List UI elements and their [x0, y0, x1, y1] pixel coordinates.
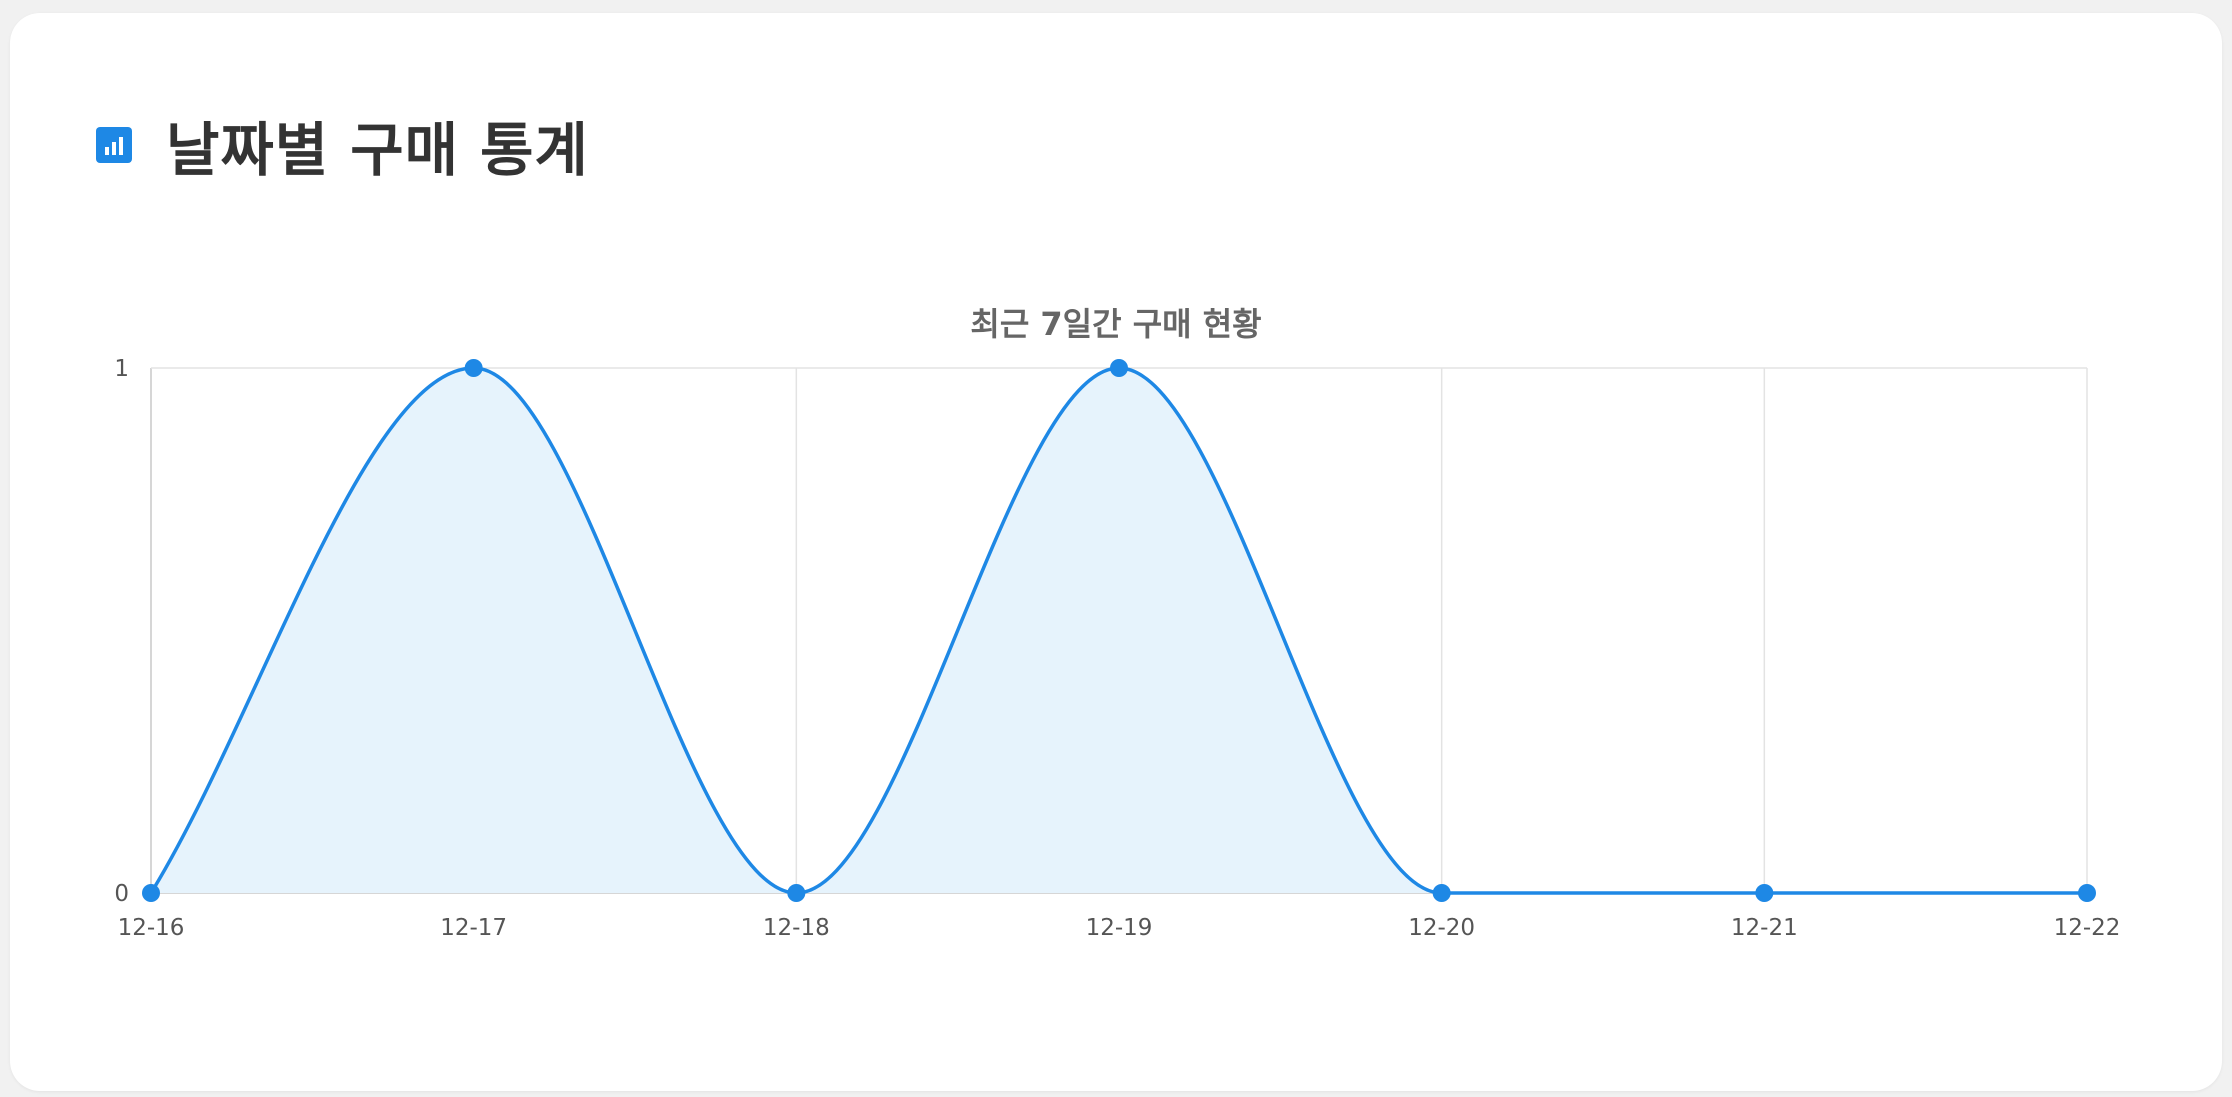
x-tick-label: 12-17 [440, 915, 507, 941]
x-tick-label: 12-20 [1408, 915, 1475, 941]
line-chart: 최근 7일간 구매 현황 12-16 12-17 12-18 12-19 12-20 12… [114, 305, 2121, 941]
data-point-12-17[interactable] [464, 359, 483, 377]
data-point-12-22[interactable] [2078, 884, 2096, 902]
chart-area [151, 368, 2087, 893]
x-axis-ticks: 12-16 12-17 12-18 12-19 12-20 12-21 12-22 [118, 915, 2121, 941]
data-point-12-19[interactable] [1110, 359, 1128, 377]
y-tick-label: 0 [114, 881, 129, 907]
data-point-12-20[interactable] [1432, 884, 1451, 902]
x-tick-label: 12-22 [2054, 915, 2121, 941]
data-point-12-18[interactable] [787, 884, 806, 902]
series-area [151, 368, 2087, 893]
x-tick-label: 12-16 [118, 915, 185, 941]
y-axis-ticks: 01 [114, 356, 129, 907]
x-tick-label: 12-19 [1086, 915, 1153, 941]
y-tick-label: 1 [114, 356, 129, 382]
x-tick-label: 12-21 [1731, 915, 1798, 941]
x-tick-label: 12-18 [763, 915, 830, 941]
data-point-12-16[interactable] [142, 884, 160, 902]
data-point-12-21[interactable] [1755, 884, 1774, 902]
chart-title: 최근 7일간 구매 현황 [970, 305, 1261, 343]
